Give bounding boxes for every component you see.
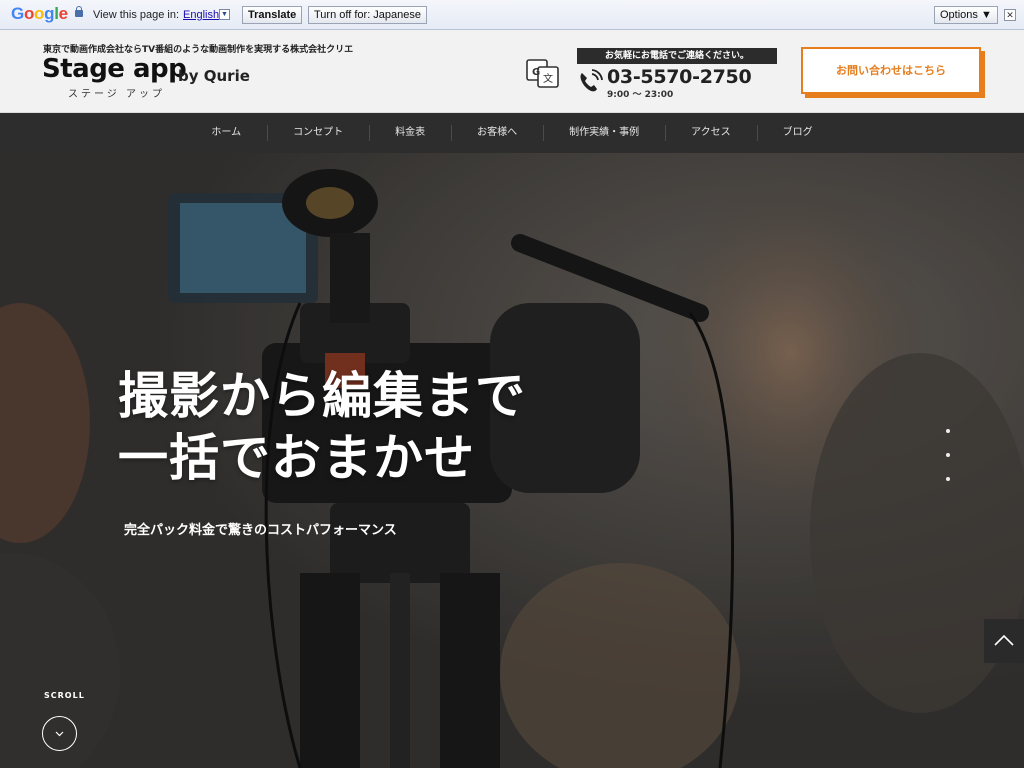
google-logo-letter: G — [11, 4, 24, 23]
translate-icon[interactable]: G 文 — [526, 57, 560, 91]
site-logo-kana: ステージ アップ — [68, 89, 165, 100]
nav-item-access[interactable]: アクセス — [665, 113, 757, 153]
page-top-button[interactable] — [984, 619, 1024, 663]
phone-number[interactable]: 03-5570-2750 — [607, 66, 752, 88]
svg-text:G: G — [532, 67, 540, 78]
site-logo[interactable]: Stage app — [42, 54, 187, 84]
nav-item-pricing[interactable]: 料金表 — [369, 113, 451, 153]
language-select[interactable]: English — [183, 9, 219, 21]
slider-dot-3[interactable] — [946, 477, 950, 481]
slider-dot-1[interactable] — [946, 429, 950, 433]
google-logo-letter: g — [44, 4, 55, 23]
phone-badge: お気軽にお電話でご連絡ください。 — [577, 48, 777, 64]
site-logo-sub: by Qurie — [178, 67, 250, 85]
nav-item-blog[interactable]: ブログ — [756, 113, 839, 153]
contact-button[interactable]: お問い合わせはこちら — [801, 47, 981, 94]
site-header: 東京で動画作成会社ならTV番組のような動画制作を実現する株式会社クリエ Stag… — [0, 30, 1024, 113]
chevron-up-icon — [994, 634, 1014, 646]
google-logo: Google — [11, 4, 68, 24]
chevron-down-icon — [55, 731, 64, 737]
svg-text:文: 文 — [543, 72, 553, 85]
google-logo-letter: o — [34, 4, 45, 23]
scroll-down-button[interactable] — [42, 716, 77, 751]
scroll-label: SCROLL — [44, 691, 85, 700]
hero-title: 撮影から編集まで 一括でおまかせ — [118, 367, 526, 487]
nav-item-home[interactable]: ホーム — [185, 113, 267, 153]
close-icon[interactable]: ✕ — [1004, 9, 1016, 21]
phone-hours: 9:00 〜 23:00 — [607, 90, 674, 100]
hero-slider: 撮影から編集まで 一括でおまかせ 完全パック料金で驚きのコストパフォーマンス S… — [0, 153, 1024, 768]
turn-off-button[interactable]: Turn off for: Japanese — [308, 6, 428, 24]
nav-item-customers[interactable]: お客様へ — [451, 113, 543, 153]
nav-item-concept[interactable]: コンセプト — [267, 113, 369, 153]
google-logo-letter: o — [23, 4, 35, 23]
slider-pagination — [944, 429, 952, 489]
view-page-label: View this page in: — [93, 9, 180, 21]
phone-icon — [580, 69, 603, 92]
dropdown-arrow-icon[interactable]: ▼ — [219, 9, 230, 20]
slider-dot-2[interactable] — [946, 453, 950, 457]
main-nav: ホーム コンセプト 料金表 お客様へ 制作実績・事例 アクセス ブログ — [0, 113, 1024, 153]
translate-bar: Google View this page in: English ▼ Tran… — [0, 0, 1024, 30]
google-logo-letter: e — [58, 4, 68, 23]
options-button[interactable]: Options ▼ — [934, 6, 998, 24]
translate-button[interactable]: Translate — [242, 6, 303, 24]
hero-subtitle: 完全パック料金で驚きのコストパフォーマンス — [124, 523, 397, 538]
nav-item-works[interactable]: 制作実績・事例 — [543, 113, 665, 153]
lock-icon — [75, 6, 83, 17]
